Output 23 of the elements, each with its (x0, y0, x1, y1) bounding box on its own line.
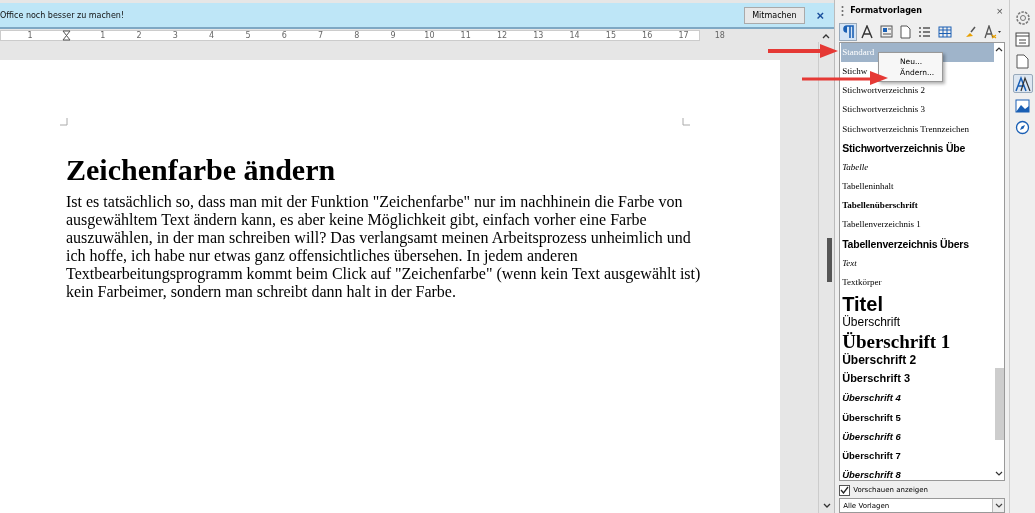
ruler-number: 7 (317, 31, 324, 40)
ruler-number: 13 (533, 31, 544, 40)
ruler-number: 18 (714, 31, 725, 40)
ruler-number: 14 (569, 31, 580, 40)
infobar-message: Office noch besser zu machen! (0, 10, 126, 20)
ruler-number: 11 (460, 31, 471, 40)
ruler-number: 12 (496, 31, 508, 40)
ruler-number: 8 (354, 31, 360, 40)
ruler-number: 10 (424, 31, 435, 40)
ruler-number: 1 (27, 31, 33, 40)
document-heading: Zeichenfarbe ändern (66, 153, 337, 187)
ruler-number: 6 (281, 31, 287, 40)
panel-title: Formatvorlagen (850, 6, 923, 16)
ruler-number: 9 (390, 31, 396, 40)
ruler-number: 3 (172, 31, 178, 40)
document-paragraph: Ist es tatsächlich so, dass man mit der Funktion "Zeichenfarbe" nur im nachhinein die Farbe von ausgewähltem Text ändern kann, es aber keine Möglichkeit gibt, einfach vorher eine Farbe auszuwählen, in der man schreiben will? Das verlangsamt meinen Arbeitsprozess unheimlich und ich hoffe, ich habe nur etwas ganz offensichtliches übersehen. In jedem anderen Textbearbeitungsprogramm kommt beim Click auf "Zeichenfarbe" (wenn kein Text ausgewählt ist) kein Farbeimer, sondern man schreibt dann halt in der Farbe. (66, 193, 702, 301)
ruler-number: 2 (136, 31, 142, 40)
ruler-number: 17 (678, 31, 689, 40)
ruler-number: 5 (245, 31, 251, 40)
ruler-number: 15 (605, 31, 616, 40)
ruler-number: 1 (100, 31, 106, 40)
ruler-number: 4 (209, 31, 215, 40)
ruler-number: 16 (642, 31, 653, 40)
